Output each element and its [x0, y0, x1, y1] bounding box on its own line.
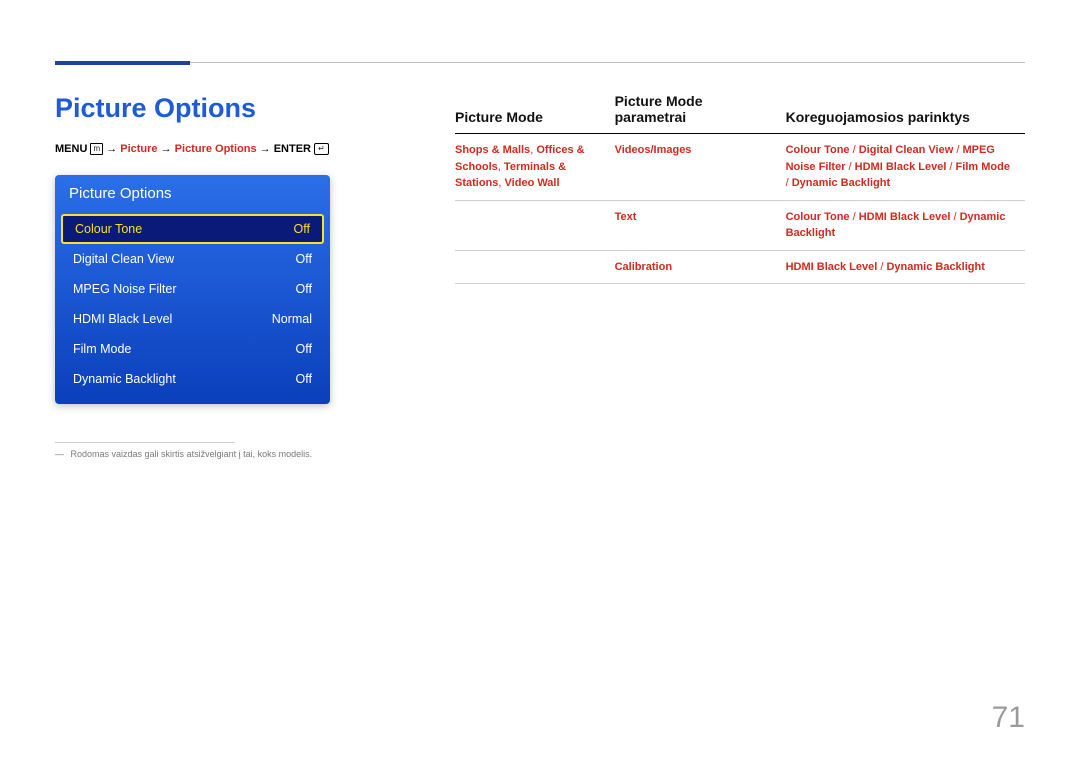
osd-row-value: Off	[296, 282, 312, 296]
opt-item: Dynamic Backlight	[792, 177, 890, 189]
th-param: Picture Mode parametrai	[615, 87, 786, 134]
opt-sep: /	[946, 161, 955, 173]
opt-item: Colour Tone	[786, 211, 850, 223]
opt-item: Dynamic Backlight	[886, 261, 984, 273]
cell-param: Videos/Images	[615, 134, 786, 201]
osd-row-label: Digital Clean View	[73, 252, 174, 266]
mode-item: Video Wall	[505, 177, 560, 189]
bc-arrow1: →	[106, 143, 120, 155]
cell-opts: HDMI Black Level / Dynamic Backlight	[786, 250, 1025, 284]
bc-arrow2: →	[161, 143, 175, 155]
options-table: Picture Mode Picture Mode parametrai Kor…	[455, 87, 1025, 284]
cell-mode: Shops & Malls, Offices & Schools, Termin…	[455, 134, 615, 201]
opt-sep: /	[950, 211, 959, 223]
opt-sep: /	[850, 144, 859, 156]
cell-opts: Colour Tone / Digital Clean View / MPEG …	[786, 134, 1025, 201]
osd-row-value: Off	[296, 252, 312, 266]
table-row: Calibration HDMI Black Level / Dynamic Ba…	[455, 250, 1025, 284]
bc-popt: Picture Options	[175, 143, 257, 155]
osd-row-label: Film Mode	[73, 342, 131, 356]
th-mode: Picture Mode	[455, 87, 615, 134]
opt-item: HDMI Black Level	[786, 261, 878, 273]
osd-row[interactable]: Colour Tone Off	[61, 214, 324, 244]
cell-mode	[455, 200, 615, 250]
osd-row[interactable]: MPEG Noise Filter Off	[55, 274, 330, 304]
cell-param: Calibration	[615, 250, 786, 284]
table-row: Shops & Malls, Offices & Schools, Termin…	[455, 134, 1025, 201]
cell-opts: Colour Tone / HDMI Black Level / Dynamic…	[786, 200, 1025, 250]
page-title: Picture Options	[55, 93, 395, 124]
osd-row[interactable]: Dynamic Backlight Off	[55, 364, 330, 394]
footnote-text: Rodomas vaizdas gali skirtis atsižvelgia…	[71, 449, 313, 459]
menu-icon: m	[90, 143, 103, 155]
table-header-row: Picture Mode Picture Mode parametrai Kor…	[455, 87, 1025, 134]
opt-item: HDMI Black Level	[855, 161, 947, 173]
osd-row[interactable]: HDMI Black Level Normal	[55, 304, 330, 334]
opt-sep: /	[846, 161, 855, 173]
bc-enter: ENTER	[274, 143, 311, 155]
osd-panel: Picture Options Colour ToneOffDigital Cl…	[55, 175, 330, 404]
param-item: Text	[615, 211, 637, 223]
bc-menu: MENU	[55, 143, 87, 155]
osd-row-value: Off	[296, 372, 312, 386]
enter-icon: ↵	[314, 143, 329, 155]
opt-item: Film Mode	[956, 161, 1010, 173]
footnote-dash: ―	[55, 449, 64, 459]
opt-item: Digital Clean View	[859, 144, 954, 156]
th-opts: Koreguojamosios parinktys	[786, 87, 1025, 134]
right-column: Picture Mode Picture Mode parametrai Kor…	[455, 87, 1025, 284]
osd-row-value: Off	[296, 342, 312, 356]
opt-item: HDMI Black Level	[859, 211, 951, 223]
osd-row-label: HDMI Black Level	[73, 312, 172, 326]
accent-bar	[55, 61, 190, 65]
table-row: Text Colour Tone / HDMI Black Level / Dyn…	[455, 200, 1025, 250]
opt-item: Colour Tone	[786, 144, 850, 156]
osd-header: Picture Options	[55, 175, 330, 214]
osd-row[interactable]: Digital Clean View Off	[55, 244, 330, 274]
param-item: Videos/Images	[615, 144, 692, 156]
bc-picture: Picture	[120, 143, 157, 155]
osd-row[interactable]: Film Mode Off	[55, 334, 330, 364]
breadcrumb: MENU m → Picture → Picture Options → ENT…	[55, 142, 395, 157]
osd-row-label: Colour Tone	[75, 222, 142, 236]
cell-param: Text	[615, 200, 786, 250]
mode-item: Shops & Malls	[455, 144, 530, 156]
opt-sep: /	[850, 211, 859, 223]
osd-row-label: Dynamic Backlight	[73, 372, 176, 386]
footnote-rule	[55, 442, 235, 443]
param-item: Calibration	[615, 261, 672, 273]
left-column: Picture Options MENU m → Picture → Pictu…	[55, 87, 395, 459]
footnote: ― Rodomas vaizdas gali skirtis atsižvelg…	[55, 449, 395, 459]
cell-mode	[455, 250, 615, 284]
osd-row-value: Off	[294, 222, 310, 236]
osd-row-value: Normal	[272, 312, 312, 326]
page-number: 71	[992, 701, 1025, 735]
bc-arrow3: →	[260, 143, 274, 155]
osd-row-label: MPEG Noise Filter	[73, 282, 177, 296]
